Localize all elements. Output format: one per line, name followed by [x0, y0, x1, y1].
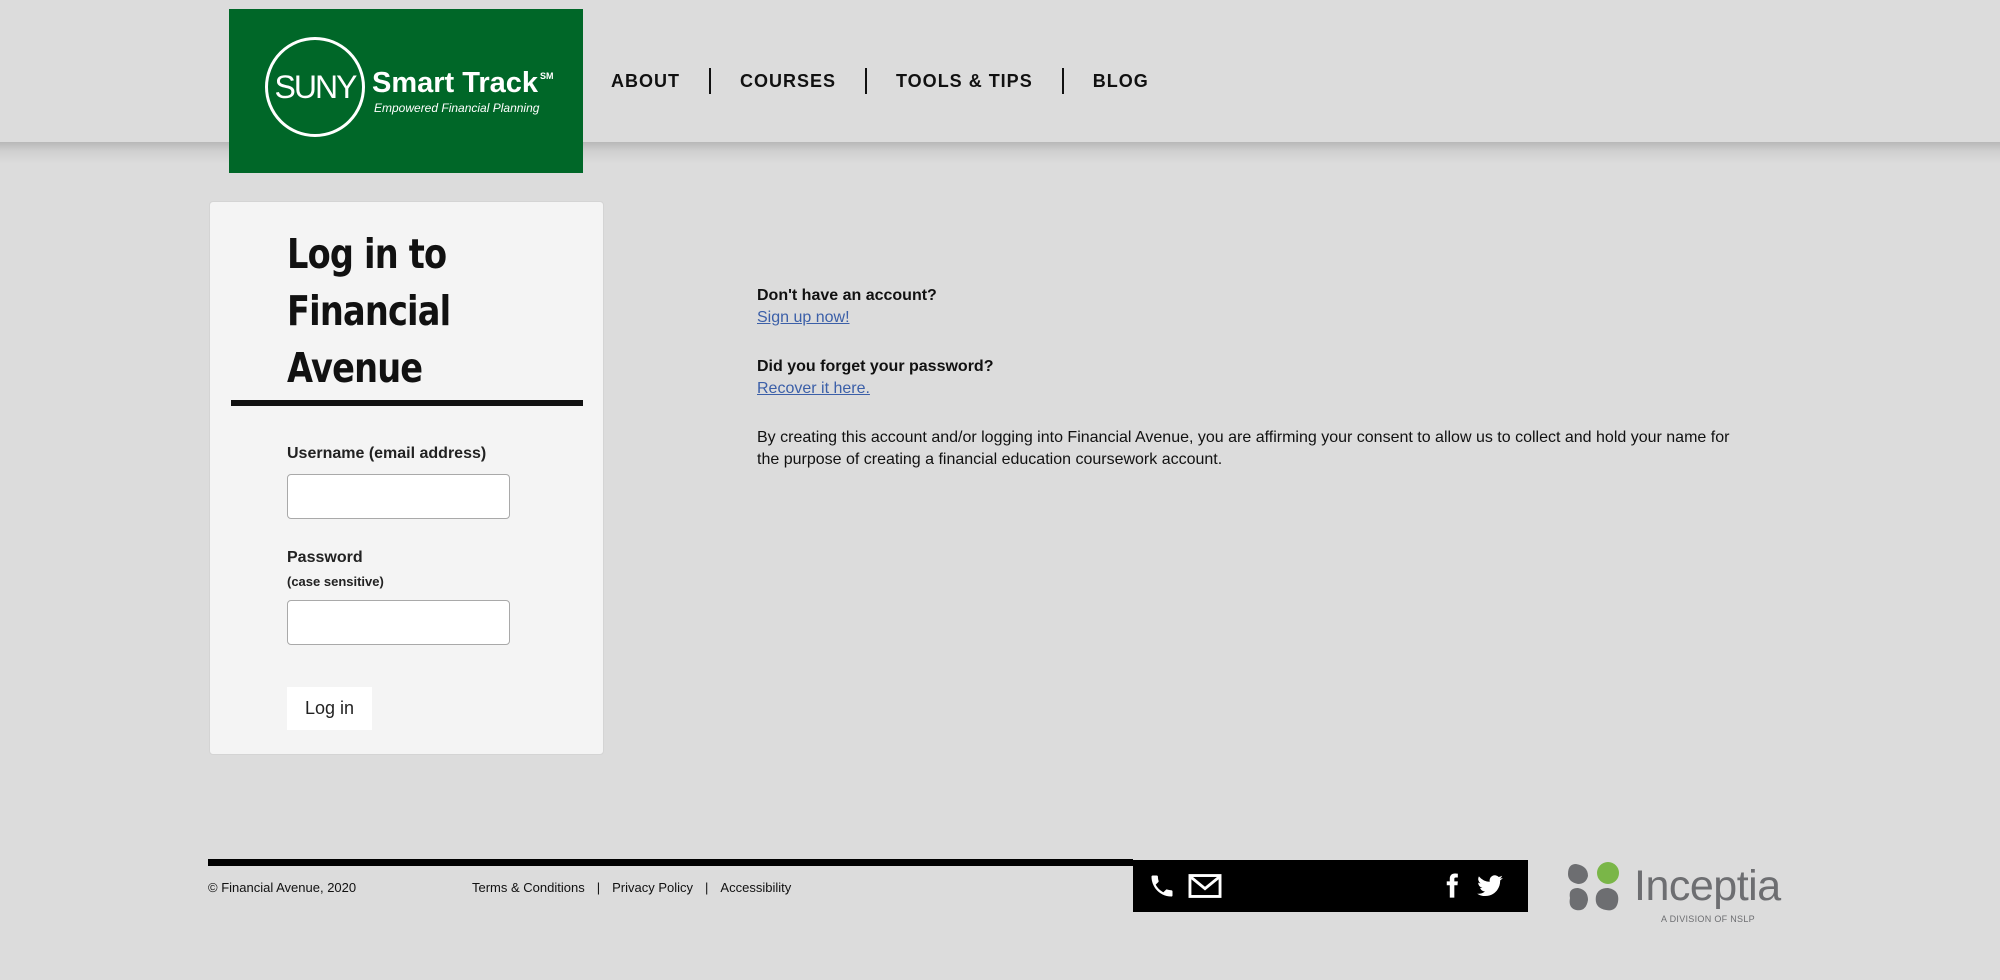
footer-copyright: © Financial Avenue, 2020: [208, 880, 357, 895]
nav-item-tools-tips[interactable]: TOOLS & TIPS: [867, 71, 1062, 92]
inceptia-division: A DIVISION OF NSLP: [1661, 914, 1755, 924]
login-title-line: Financial: [287, 287, 451, 335]
consent-text: By creating this account and/or logging …: [757, 429, 1730, 468]
username-input[interactable]: [287, 474, 510, 519]
nav-item-about[interactable]: ABOUT: [582, 71, 709, 92]
inceptia-name: Inceptia: [1634, 862, 1781, 910]
contact-bar: [1133, 860, 1528, 912]
envelope-icon[interactable]: [1188, 872, 1222, 900]
login-title-line: Avenue: [287, 344, 423, 392]
inceptia-mark-icon: [1568, 862, 1619, 911]
facebook-icon[interactable]: [1435, 872, 1469, 900]
password-note: (case sensitive): [287, 574, 384, 589]
account-help: Don't have an account? Sign up now! Did …: [757, 285, 1747, 471]
nav-item-blog[interactable]: BLOG: [1064, 71, 1178, 92]
footer-separator: |: [596, 880, 601, 895]
nav-item-courses[interactable]: COURSES: [711, 71, 865, 92]
logo-circle: SUNY: [265, 37, 365, 137]
footer-separator: |: [705, 880, 709, 895]
logo-tagline: Empowered Financial Planning: [374, 101, 540, 115]
login-button[interactable]: Log in: [287, 687, 372, 730]
footer-rule: [208, 859, 1133, 866]
recover-password-link[interactable]: Recover it here.: [757, 378, 870, 400]
title-underline: [231, 400, 583, 406]
login-title: Log in to Financial Avenue: [287, 226, 566, 397]
logo-suny-mark: SUNY: [274, 68, 358, 105]
password-input[interactable]: [287, 600, 510, 645]
signup-block: Don't have an account? Sign up now!: [757, 285, 1747, 329]
logo-brand-name-text: Smart Track: [372, 67, 539, 99]
username-label: Username (email address): [287, 445, 487, 462]
terms-link[interactable]: Terms & Conditions: [472, 880, 585, 895]
login-title-line: Log in to: [287, 230, 447, 278]
phone-icon[interactable]: [1145, 872, 1179, 900]
twitter-icon[interactable]: [1473, 872, 1507, 900]
suny-smart-track-logo[interactable]: SUNY Smart Track SM Empowered Financial P…: [229, 9, 583, 173]
login-card: Log in to Financial Avenue Username (ema…: [209, 201, 604, 755]
no-account-question: Don't have an account?: [757, 287, 937, 304]
main-nav: ABOUT COURSES TOOLS & TIPS BLOG: [582, 66, 1178, 96]
logo-trademark: SM: [540, 71, 554, 81]
recover-block: Did you forget your password? Recover it…: [757, 356, 1747, 400]
forgot-password-question: Did you forget your password?: [757, 358, 994, 375]
accessibility-link[interactable]: Accessibility: [720, 880, 791, 895]
password-label: Password: [287, 549, 363, 566]
logo-brand-name: Smart Track SM: [372, 67, 554, 100]
privacy-link[interactable]: Privacy Policy: [612, 880, 693, 895]
inceptia-logo[interactable]: Inceptia A DIVISION OF NSLP: [1566, 858, 1781, 928]
signup-link[interactable]: Sign up now!: [757, 307, 850, 329]
footer-links: Terms & Conditions | Privacy Policy | Ac…: [472, 880, 791, 895]
